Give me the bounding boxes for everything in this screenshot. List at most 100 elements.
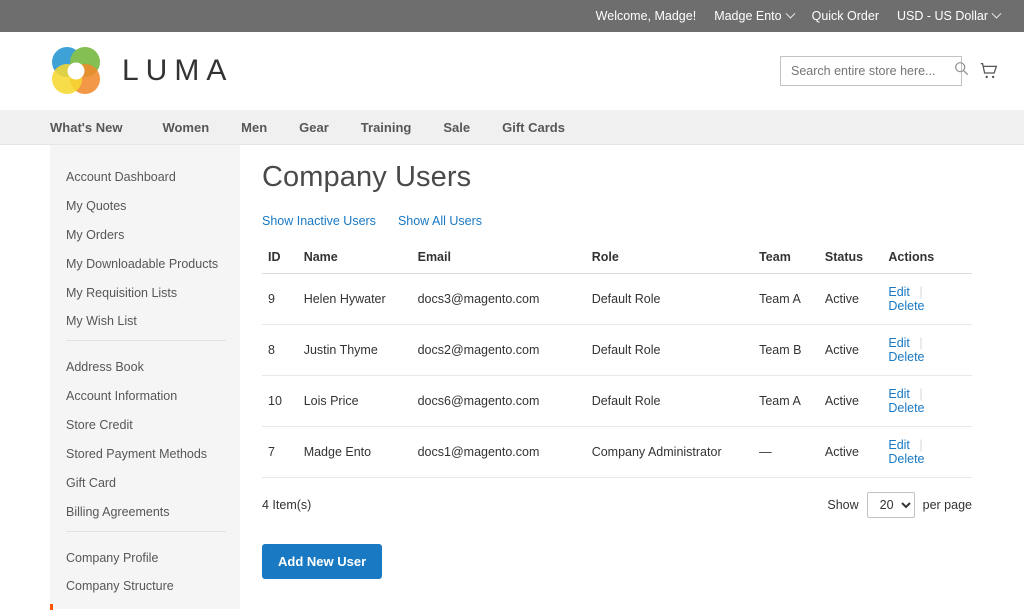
cell-name: Helen Hywater [297,273,412,325]
delete-user-link[interactable]: Delete [888,350,924,364]
sidebar-item-stored-payment-methods[interactable]: Stored Payment Methods [50,440,240,469]
cart-icon[interactable] [978,60,1000,82]
chevron-down-icon [991,8,1002,19]
cell-id: 9 [262,273,298,325]
column-header-actions: Actions [882,244,972,274]
cell-status: Active [818,426,883,478]
cell-actions: Edit | Delete [882,375,972,427]
nav-item-training[interactable]: Training [345,110,428,145]
sidebar-item-company-users[interactable]: Company Users [50,601,240,610]
main-content: Company Users Show Inactive Users Show A… [240,145,1024,609]
action-separator: | [919,387,923,401]
sidebar-item-account-dashboard[interactable]: Account Dashboard [50,163,240,192]
cell-role: Default Role [585,375,754,427]
sidebar-item-billing-agreements[interactable]: Billing Agreements [50,498,240,527]
nav-item-gear[interactable]: Gear [283,110,345,145]
cell-actions: Edit | Delete [882,426,972,478]
search-icon[interactable] [954,61,969,81]
delete-user-link[interactable]: Delete [888,401,924,415]
cell-team: Team A [753,273,819,325]
luma-logo-icon [50,46,102,96]
sidebar-item-my-wish-list[interactable]: My Wish List [50,307,240,336]
cell-role: Default Role [585,324,754,376]
quick-order-label[interactable]: Quick Order [812,9,879,23]
table-row: 8 Justin Thyme docs2@magento.com Default… [262,324,972,376]
nav-item-women[interactable]: Women [146,110,225,145]
action-separator: | [919,336,923,350]
sidebar-item-account-information[interactable]: Account Information [50,382,240,411]
search-input[interactable] [789,63,954,79]
logo[interactable]: LUMA [50,46,233,96]
edit-user-link[interactable]: Edit [888,336,910,350]
quick-order-link[interactable]: Quick Order [812,9,879,23]
delete-user-link[interactable]: Delete [888,299,924,313]
edit-user-link[interactable]: Edit [888,387,910,401]
sidebar-divider [66,340,226,342]
cell-id: 8 [262,324,298,376]
show-label: Show [827,498,859,512]
top-panel: Welcome, Madge! Madge Ento Quick Order U… [0,0,1024,32]
column-header-status: Status [818,244,883,274]
cell-team: — [753,426,819,478]
account-menu-label[interactable]: Madge Ento [714,9,781,23]
sidebar-group-account: Account Dashboard My Quotes My Orders My… [50,163,240,340]
site-header: LUMA [0,32,1024,110]
sidebar-item-my-requisition-lists[interactable]: My Requisition Lists [50,279,240,308]
nav-item-men[interactable]: Men [225,110,283,145]
show-inactive-users-link[interactable]: Show Inactive Users [262,214,376,228]
sidebar-item-store-credit[interactable]: Store Credit [50,411,240,440]
nav-item-sale[interactable]: Sale [427,110,486,145]
cell-name: Justin Thyme [297,324,412,376]
cell-id: 10 [262,375,298,427]
cell-status: Active [818,273,883,325]
cell-team: Team A [753,375,819,427]
sidebar-item-my-orders[interactable]: My Orders [50,221,240,250]
table-header-row: ID Name Email Role Team Status Actions [262,244,972,274]
cell-role: Company Administrator [585,426,754,478]
nav-item-whats-new[interactable]: What's New [50,110,146,145]
column-header-email: Email [411,244,586,274]
welcome-message: Welcome, Madge! [596,9,697,23]
account-menu[interactable]: Madge Ento [714,8,796,23]
column-header-name: Name [297,244,412,274]
sidebar-item-gift-card[interactable]: Gift Card [50,469,240,498]
page-size-limiter: Show 10 20 30 per page [827,492,972,518]
action-separator: | [919,438,923,452]
add-new-user-button[interactable]: Add New User [262,544,383,579]
cell-email: docs2@magento.com [411,324,586,376]
sidebar-item-address-book[interactable]: Address Book [50,353,240,382]
column-header-role: Role [585,244,754,274]
search-box[interactable] [780,56,969,86]
edit-user-link[interactable]: Edit [888,285,910,299]
sidebar-divider [66,530,226,532]
sidebar-item-company-profile[interactable]: Company Profile [50,544,240,573]
nav-item-gift-cards[interactable]: Gift Cards [486,110,581,145]
delete-user-link[interactable]: Delete [888,452,924,466]
table-header: ID Name Email Role Team Status Actions [262,244,972,274]
account-sidebar: Account Dashboard My Quotes My Orders My… [50,145,240,610]
main-navigation: What's New Women Men Gear Training Sale … [0,110,1024,145]
page-size-select[interactable]: 10 20 30 [866,492,915,518]
sidebar-item-my-downloadable-products[interactable]: My Downloadable Products [50,250,240,279]
user-filter-links: Show Inactive Users Show All Users [262,214,972,228]
table-footer: 4 Item(s) Show 10 20 30 per page [262,492,972,518]
sidebar-group-company: Company Profile Company Structure Compan… [50,544,240,610]
header-actions [780,56,1000,86]
currency-label[interactable]: USD - US Dollar [897,9,988,23]
cell-email: docs6@magento.com [411,375,586,427]
cell-role: Default Role [585,273,754,325]
page-title: Company Users [262,161,472,193]
per-page-label: per page [922,498,972,512]
cell-status: Active [818,375,883,427]
page-body: Account Dashboard My Quotes My Orders My… [0,145,1024,610]
sidebar-item-company-structure[interactable]: Company Structure [50,572,240,601]
action-separator: | [919,285,923,299]
cell-actions: Edit | Delete [882,273,972,325]
sidebar-item-my-quotes[interactable]: My Quotes [50,192,240,221]
show-all-users-link[interactable]: Show All Users [398,214,482,228]
cell-email: docs3@magento.com [411,273,586,325]
column-header-team: Team [753,244,819,274]
currency-switcher[interactable]: USD - US Dollar [897,8,1002,23]
edit-user-link[interactable]: Edit [888,438,910,452]
item-count: 4 Item(s) [262,498,312,512]
